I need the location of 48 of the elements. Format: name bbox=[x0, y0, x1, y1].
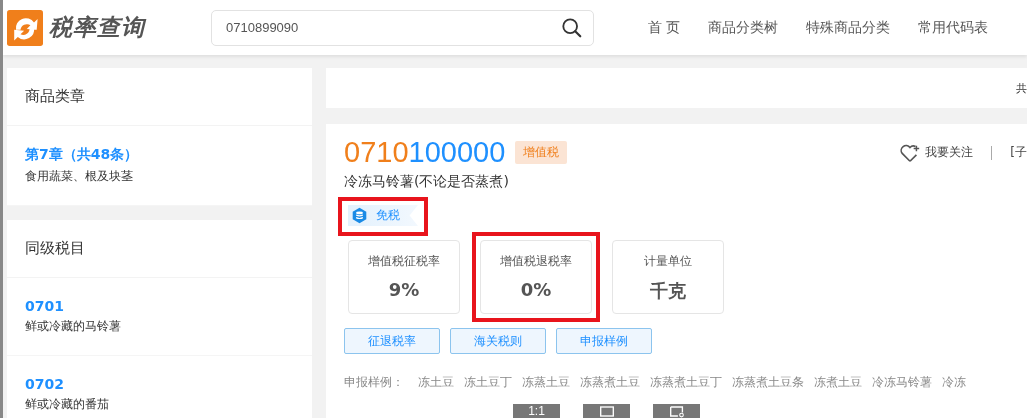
product-code: 0710100000 bbox=[344, 136, 506, 169]
example-link[interactable]: 冻蒸煮土豆丁 bbox=[650, 374, 722, 391]
database-icon bbox=[351, 207, 368, 224]
stat-label: 计量单位 bbox=[643, 253, 693, 270]
example-link[interactable]: 冻煮土豆 bbox=[814, 374, 862, 391]
logo-icon bbox=[7, 9, 43, 46]
example-link[interactable]: 冻蒸煮土豆 bbox=[580, 374, 640, 391]
section-button[interactable]: 征退税率 bbox=[344, 328, 440, 354]
sub-link[interactable]: [子 bbox=[1010, 144, 1027, 161]
example-link[interactable]: 冷冻 bbox=[942, 374, 966, 391]
logo-text: 税率查询 bbox=[49, 13, 145, 42]
follow-link[interactable]: 我要关注 bbox=[899, 141, 974, 164]
tax-type-badge: 增值税 bbox=[515, 141, 568, 164]
section-button[interactable]: 申报样例 bbox=[556, 328, 652, 354]
tax-free-tag: 免税 bbox=[348, 205, 418, 226]
stat-label: 增值税退税率 bbox=[499, 253, 573, 270]
category-description: 鲜或冷藏的马铃薯 bbox=[25, 318, 122, 335]
examples-label: 申报样例： bbox=[344, 374, 404, 391]
fit-window-button[interactable] bbox=[583, 404, 630, 418]
product-name: 冷冻马铃薯(不论是否蒸煮) bbox=[344, 173, 510, 191]
search-icon[interactable] bbox=[561, 16, 583, 39]
category-link[interactable]: 0702 bbox=[25, 376, 294, 392]
nav-link[interactable]: 商品分类树 bbox=[708, 18, 779, 37]
category-description: 食用蔬菜、根及块茎 bbox=[25, 168, 134, 185]
nav-link[interactable]: 首 页 bbox=[648, 18, 681, 37]
category-description: 鲜或冷藏的番茄 bbox=[25, 396, 110, 413]
nav-link[interactable]: 常用代码表 bbox=[918, 18, 989, 37]
example-link[interactable]: 冷冻马铃薯 bbox=[872, 374, 932, 391]
stat-value: 千克 bbox=[649, 279, 687, 303]
search-field[interactable]: 0710899090 bbox=[224, 19, 561, 36]
section-button[interactable]: 海关税则 bbox=[450, 328, 546, 354]
sidebar-title: 商品类章 bbox=[7, 68, 312, 126]
category-link[interactable]: 0701 bbox=[25, 298, 294, 314]
summary-text: 共 bbox=[1016, 80, 1027, 96]
example-link[interactable]: 冻蒸土豆 bbox=[522, 374, 570, 391]
actual-size-button[interactable]: 1:1 bbox=[513, 404, 560, 418]
category-link[interactable]: 第7章（共48条） bbox=[25, 146, 294, 164]
search-box[interactable]: 0710899090 bbox=[211, 9, 594, 46]
frame-icon bbox=[597, 404, 616, 418]
example-link[interactable]: 冻土豆丁 bbox=[464, 374, 512, 391]
stat-value: 9% bbox=[387, 279, 421, 300]
stat-value: 0% bbox=[519, 279, 553, 300]
nav-link[interactable]: 特殊商品分类 bbox=[806, 18, 891, 37]
example-link[interactable]: 冻蒸煮土豆条 bbox=[732, 374, 804, 391]
example-link[interactable]: 冻土豆 bbox=[418, 374, 454, 391]
sidebar-title: 同级税目 bbox=[7, 220, 312, 278]
stat-label: 增值税征税率 bbox=[367, 253, 441, 270]
crop-button[interactable] bbox=[653, 404, 700, 418]
